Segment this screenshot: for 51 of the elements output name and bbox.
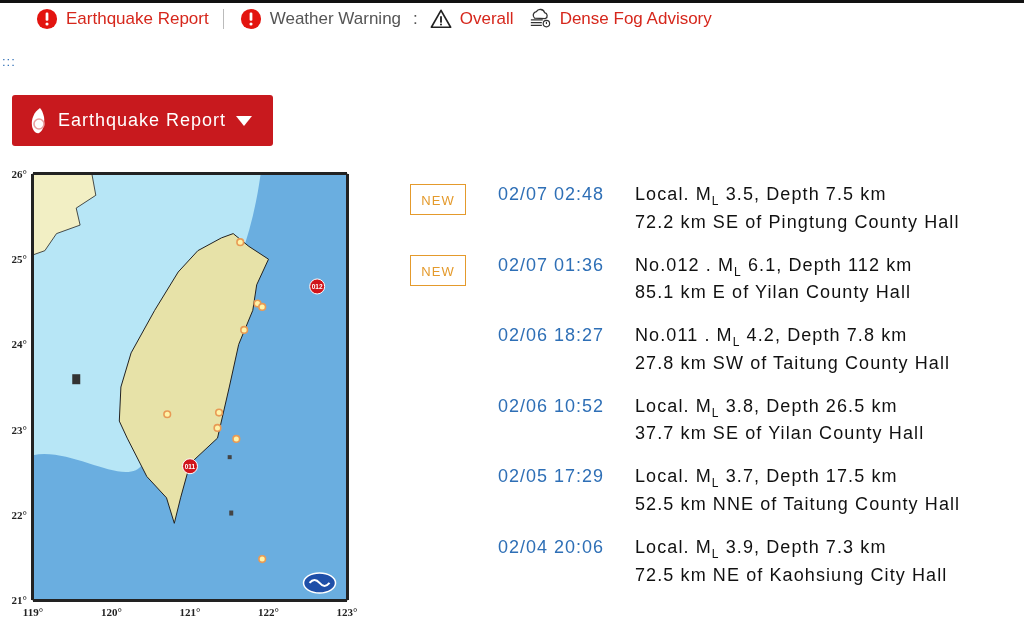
report-location: 72.2 km SE of Pingtung County Hall: [635, 211, 960, 233]
new-badge: NEW: [410, 254, 466, 286]
skip-link[interactable]: :::: [2, 54, 1024, 72]
earthquake-report-link[interactable]: Earthquake Report: [66, 9, 209, 29]
epicenter-dot[interactable]: [258, 555, 267, 564]
latitude-label: 23°: [11, 423, 27, 436]
warning-link[interactable]: Dense Fog Advisory: [559, 9, 712, 29]
earthquake-report-menu-button[interactable]: Earthquake Report: [12, 95, 273, 146]
report-location: 52.5 km NNE of Taitung County Hall: [635, 493, 961, 515]
report-location: 27.8 km SW of Taitung County Hall: [635, 352, 951, 374]
epicenter-dot[interactable]: [232, 434, 241, 444]
longitude-label: 122°: [258, 606, 279, 618]
epicenter-dot[interactable]: [163, 410, 172, 419]
latitude-label: 26°: [11, 168, 27, 180]
report-summary: Local. M$_{L}$ 3.7, Depth 17.5 km: [635, 466, 899, 490]
agency-logo-icon: [302, 572, 337, 594]
alert-icon: [36, 8, 58, 30]
report-time-link[interactable]: 02/05 17:29: [498, 463, 635, 488]
report-location: 37.7 km SE of Yilan County Hall: [635, 423, 925, 445]
latitude-label: 24°: [11, 338, 27, 351]
epicenter-dot[interactable]: [213, 423, 222, 432]
longitude-label: 121°: [179, 606, 201, 618]
report-location: 72.5 km NE of Kaohsiung City Hall: [635, 564, 948, 586]
new-badge: NEW: [410, 184, 466, 215]
latitude-label: 21°: [11, 594, 27, 606]
epicenter-dot[interactable]: [214, 408, 224, 417]
report-time-link[interactable]: 02/07 02:48: [498, 181, 635, 205]
longitude-label: 120°: [101, 606, 122, 618]
report-summary: Local. M$_{L}$ 3.8, Depth 26.5 km: [635, 395, 899, 420]
epicenter-dot[interactable]: [258, 302, 267, 311]
report-summary: No.012 . M$_{L}$ 6.1, Depth 112 km: [635, 254, 913, 279]
longitude-label: 119°: [22, 606, 44, 618]
report-summary: Local. M$_{L}$ 3.5, Depth 7.5 km: [635, 184, 888, 208]
caret-icon: [236, 115, 253, 126]
latitude-label: 25°: [11, 253, 27, 266]
warning-triangle-icon: [429, 8, 452, 30]
report-time-link[interactable]: 02/04 20:06: [498, 533, 635, 558]
report-summary: Local. M$_{L}$ 3.9, Depth 7.3 km: [635, 536, 888, 561]
report-time-link[interactable]: 02/06 10:52: [498, 392, 635, 417]
warning-link[interactable]: Overall: [459, 9, 514, 29]
report-time-link[interactable]: 02/06 18:27: [498, 322, 635, 347]
epicenter-dot[interactable]: [236, 238, 245, 247]
longitude-label: 123°: [336, 606, 358, 618]
latitude-label: 22°: [11, 508, 27, 521]
epicenter-dot[interactable]: [240, 325, 249, 335]
report-location: 85.1 km E of Yilan County Hall: [635, 282, 913, 304]
separator-colon: :: [413, 9, 418, 29]
report-summary: No.011 . M$_{L}$ 4.2, Depth 7.8 km: [635, 325, 909, 349]
report-time-link[interactable]: 02/07 01:36: [498, 251, 635, 276]
alert-icon: [239, 8, 262, 30]
weather-warning-label: Weather Warning: [269, 9, 402, 29]
